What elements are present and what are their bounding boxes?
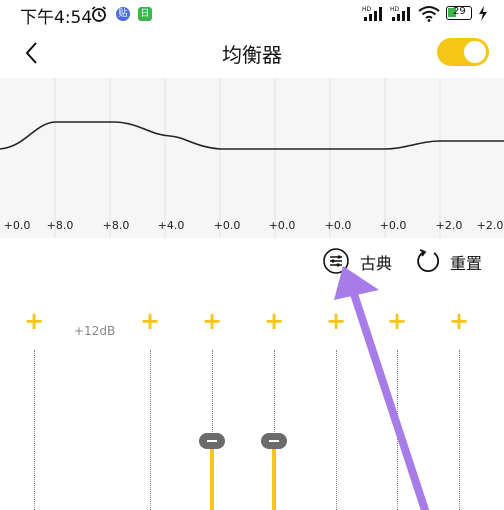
- status-bar: 下午4:54 贴 日 HD HD 29: [0, 0, 504, 28]
- band-db-label: +0.0: [268, 219, 296, 232]
- band-db-label: +4.0: [157, 219, 185, 232]
- eq-curve: [0, 78, 504, 238]
- preset-button[interactable]: 古典: [322, 247, 402, 275]
- svg-text:HD: HD: [390, 6, 400, 13]
- signal-icon: HD: [362, 6, 382, 21]
- preset-list-icon: [323, 248, 349, 274]
- equalizer-toggle[interactable]: [437, 38, 489, 66]
- reset-label: 重置: [450, 254, 483, 273]
- band-db-label: +8.0: [102, 219, 130, 232]
- band-db-label: +2.0: [476, 219, 504, 232]
- response-line: [0, 121, 504, 150]
- preset-label: 古典: [360, 254, 393, 273]
- wifi-icon: [418, 6, 440, 22]
- band-increase-button[interactable]: +: [202, 309, 222, 333]
- band-db-label: +2.0: [435, 219, 463, 232]
- band-db-label: +8.0: [46, 219, 74, 232]
- app-header: 均衡器: [0, 28, 504, 78]
- band-slider-handle[interactable]: [261, 433, 287, 449]
- band-increase-button[interactable]: +: [326, 309, 346, 333]
- app-badge-icon: 日: [138, 7, 152, 21]
- band-increase-button[interactable]: +: [387, 309, 407, 333]
- status-time: 下午4:54: [20, 8, 93, 28]
- svg-text:HD: HD: [362, 6, 372, 13]
- charging-icon: [479, 6, 487, 21]
- eq-curve-graph: [0, 78, 504, 238]
- band-db-label: +0.0: [324, 219, 352, 232]
- band-db-label: +0.0: [3, 219, 31, 232]
- alarm-icon: [92, 6, 106, 22]
- band-slider-fill: [272, 446, 276, 510]
- toggle-knob: [464, 41, 486, 63]
- reset-button[interactable]: 重置: [414, 247, 494, 275]
- band-slider-handle[interactable]: [199, 433, 225, 449]
- battery-level: 29: [453, 6, 466, 17]
- band-slider-track[interactable]: [150, 350, 151, 510]
- band-slider-track[interactable]: [459, 350, 460, 510]
- battery-icon: 29: [446, 6, 472, 20]
- band-increase-button[interactable]: +: [449, 309, 469, 333]
- page-title: 均衡器: [222, 43, 282, 67]
- band-db-label: +0.0: [213, 219, 241, 232]
- band-increase-button[interactable]: +: [24, 309, 44, 333]
- band-increase-button[interactable]: +: [140, 309, 160, 333]
- band-slider-track[interactable]: [336, 350, 337, 510]
- band-slider-track[interactable]: [397, 350, 398, 510]
- band-db-label: +0.0: [379, 219, 407, 232]
- app-badge-icon: 贴: [116, 7, 130, 21]
- band-slider-track[interactable]: [34, 350, 35, 510]
- reset-icon: [417, 249, 439, 272]
- band-slider-fill: [210, 446, 214, 510]
- max-gain-label: +12dB: [74, 324, 116, 338]
- signal-icon: HD: [390, 6, 410, 21]
- band-increase-button[interactable]: +: [264, 309, 284, 333]
